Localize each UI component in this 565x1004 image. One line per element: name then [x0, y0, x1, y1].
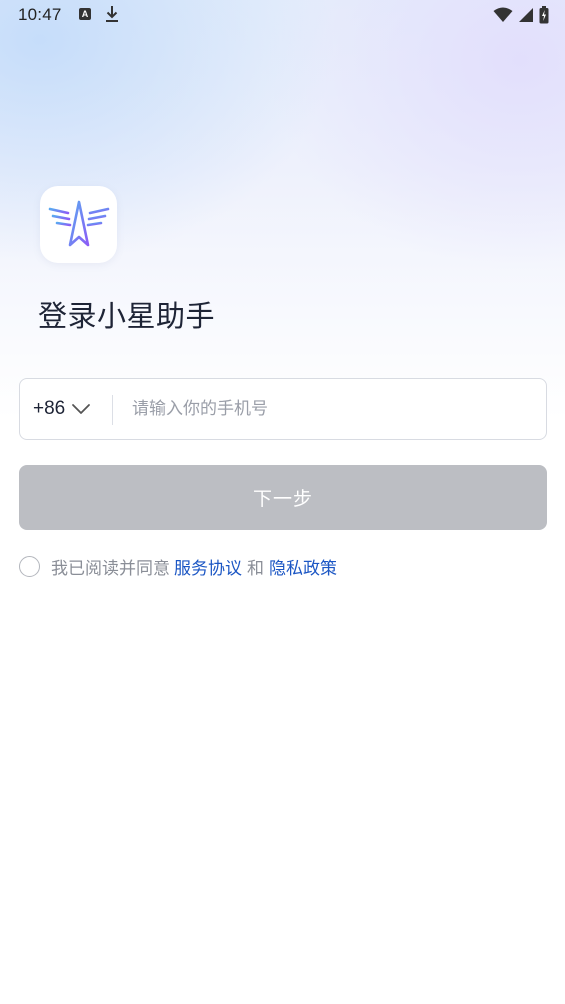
phone-input-container: +86 — [19, 378, 547, 440]
winged-star-logo-icon — [48, 200, 109, 246]
chevron-down-icon — [72, 404, 91, 414]
input-divider — [112, 395, 113, 425]
country-code-selector[interactable]: +86 — [33, 379, 91, 439]
agreement-and-text: 和 — [247, 558, 264, 579]
wifi-icon — [493, 7, 513, 22]
app-logo — [40, 186, 117, 263]
agreement-prefix-text: 我已阅读并同意 — [51, 558, 170, 579]
next-step-button[interactable]: 下一步 — [19, 465, 547, 530]
download-icon — [106, 6, 118, 22]
status-icons-right — [493, 6, 549, 24]
privacy-policy-link[interactable]: 隐私政策 — [269, 554, 337, 579]
cellular-signal-icon — [519, 8, 533, 22]
a-notification-icon: A — [79, 8, 91, 20]
country-code-label: +86 — [33, 398, 66, 419]
agreement-row: 我已阅读并同意 服务协议 和 隐私政策 — [19, 553, 337, 579]
status-bar: 10:47 A — [0, 0, 565, 30]
phone-number-input[interactable] — [132, 379, 532, 439]
status-time: 10:47 — [18, 5, 62, 24]
terms-of-service-link[interactable]: 服务协议 — [174, 554, 242, 579]
page-title: 登录小星助手 — [38, 299, 216, 333]
agreement-checkbox[interactable] — [19, 555, 40, 577]
battery-charging-icon — [539, 6, 549, 24]
